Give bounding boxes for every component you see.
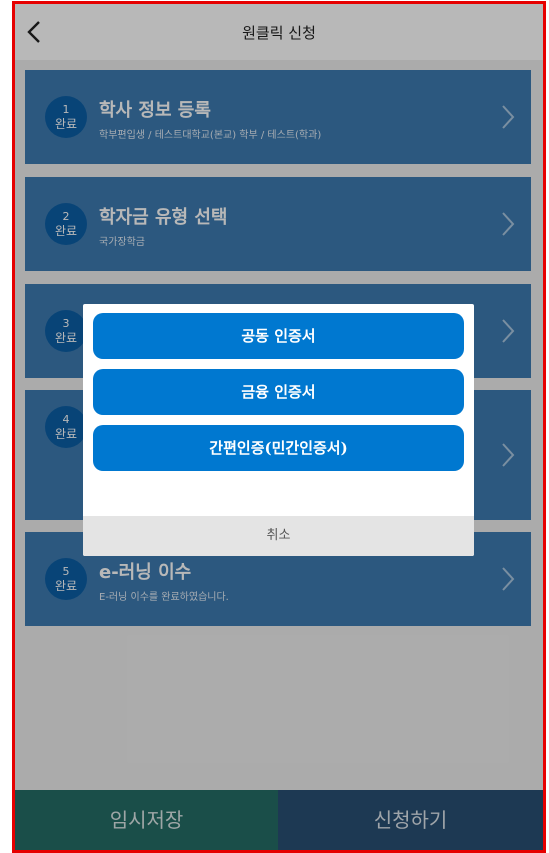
cancel-button[interactable]: 취소 [83,516,474,556]
certificate-modal: 공동 인증서 금융 인증서 간편인증(민간인증서) 취소 [83,304,474,556]
simple-auth-button[interactable]: 간편인증(민간인증서) [93,425,464,471]
joint-certificate-button[interactable]: 공동 인증서 [93,313,464,359]
app-screen: 원클릭 신청 1 완료 학사 정보 등록 학부편입생 / 테스트대학교(본교) 학… [15,4,543,850]
financial-certificate-button[interactable]: 금융 인증서 [93,369,464,415]
